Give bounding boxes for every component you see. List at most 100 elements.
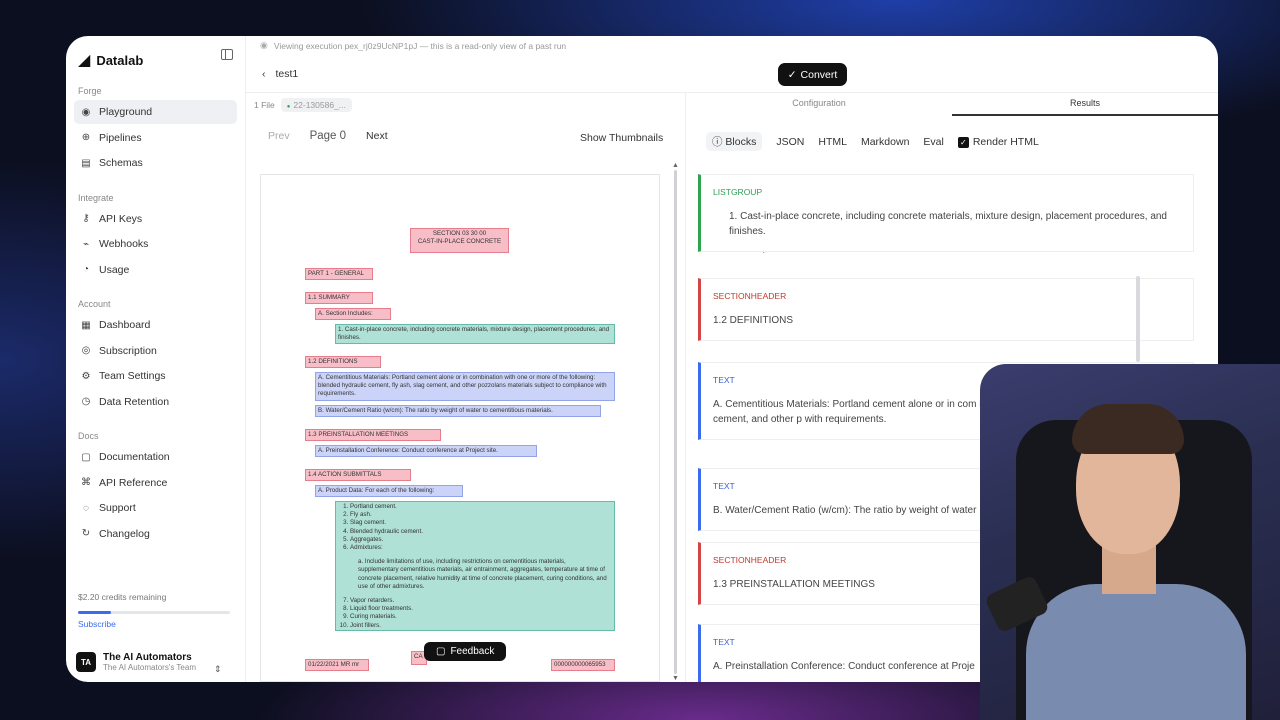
checkbox-checked-icon[interactable]: ✓ <box>957 136 969 148</box>
doc-section-title: SECTION 03 30 00 <box>432 230 487 237</box>
tab-blocks[interactable]: ⓘ Blocks <box>706 132 763 151</box>
document-preview[interactable]: SECTION 03 30 00 CAST-IN-PLACE CONCRETE … <box>260 174 660 682</box>
doc-block-part1[interactable]: PART 1 - GENERAL <box>305 268 373 281</box>
webhook-icon: ⌁ <box>82 238 90 250</box>
sidebar-item-label: Data Retention <box>99 395 170 408</box>
sidebar-item-dashboard[interactable]: ▦ Dashboard <box>74 313 237 337</box>
team-subtitle: The AI Automators's Team <box>103 663 196 672</box>
sidebar-item-label: API Keys <box>99 212 143 225</box>
doc-block-h11[interactable]: 1.1 SUMMARY <box>305 292 373 305</box>
tab-results[interactable]: Results <box>952 94 1218 116</box>
sidebar-item-label: Webhooks <box>99 238 149 250</box>
team-name: The AI Automators <box>103 652 192 663</box>
doc-list-item: Liquid floor treatments. <box>350 605 612 613</box>
doc-list-item: Aggregates. <box>350 536 612 544</box>
team-switcher[interactable]: TA The AI Automators The AI Automators's… <box>76 652 196 672</box>
sidebar: ◢ Datalab Forge ◉ Playground ⊕ Pipelines ▤ Sch… <box>66 36 246 682</box>
back-icon[interactable]: ‹ <box>262 68 266 80</box>
doc-block-prod-a[interactable]: A. Product Data: For each of the followi… <box>315 485 463 498</box>
scroll-thumb[interactable] <box>674 170 677 674</box>
tab-eval[interactable]: Eval <box>923 136 943 148</box>
chevron-updown-icon[interactable]: ⇕ <box>214 664 222 675</box>
doc-block-def-a[interactable]: A. Cementitious Materials: Portland ceme… <box>315 372 615 401</box>
sidebar-item-label: Documentation <box>99 451 170 463</box>
sidebar-item-label: Team Settings <box>99 370 166 382</box>
feedback-button[interactable]: ▢ Feedback <box>424 642 507 661</box>
sidebar-item-api-reference[interactable]: ⌘ API Reference <box>74 471 237 495</box>
sidebar-item-api-keys[interactable]: ⚷ API Keys <box>74 207 237 231</box>
sidebar-item-pipelines[interactable]: ⊕ Pipelines <box>74 126 237 150</box>
doc-block-h13[interactable]: 1.3 PREINSTALLATION MEETINGS <box>305 429 441 442</box>
sidebar-item-schemas[interactable]: ▤ Schemas <box>74 151 237 175</box>
sidebar-item-label: Support <box>99 502 136 514</box>
doc-block-h12[interactable]: 1.2 DEFINITIONS <box>305 356 381 369</box>
results-scrollbar[interactable] <box>1136 276 1140 362</box>
sidebar-item-label: Changelog <box>99 527 150 540</box>
schemas-icon: ▤ <box>81 157 91 169</box>
sidebar-section-label: Integrate <box>78 192 114 203</box>
convert-button[interactable]: ✓ Convert <box>778 63 847 86</box>
sidebar-item-support[interactable]: ◌ Support <box>74 496 237 520</box>
doc-block-product-list[interactable]: Portland cement.Fly ash.Slag cement.Blen… <box>335 501 615 631</box>
show-thumbnails-button[interactable]: Show Thumbnails <box>580 132 663 144</box>
document-scrollbar[interactable]: ▲ ▼ <box>672 162 679 682</box>
file-chip[interactable]: 22-130586_... <box>280 98 352 112</box>
subscribe-link[interactable]: Subscribe <box>78 619 116 629</box>
doc-block-item1[interactable]: 1. Cast-in-place concrete, including con… <box>335 324 615 345</box>
tab-json[interactable]: JSON <box>776 136 804 148</box>
tab-html[interactable]: HTML <box>818 136 847 148</box>
doc-list-item: Curing materials. <box>350 613 612 621</box>
scroll-up-icon[interactable]: ▲ <box>672 162 679 169</box>
api-reference-icon: ⌘ <box>81 477 91 488</box>
doc-footer-right[interactable]: 000000000065953 <box>551 659 615 672</box>
doc-block-section-header[interactable]: SECTION 03 30 00 CAST-IN-PLACE CONCRETE <box>410 228 509 253</box>
datalab-logo-icon: ◢ <box>78 52 91 69</box>
doc-list-item: Joint fillers. <box>350 622 612 630</box>
next-page-button[interactable]: Next <box>366 130 388 142</box>
sidebar-item-data-retention[interactable]: ◷ Data Retention <box>74 390 237 414</box>
credits-remaining: $2.20 credits remaining <box>78 592 167 602</box>
doc-sublist: a. Include limitations of use, including… <box>358 558 607 590</box>
subscription-icon: ◎ <box>81 345 91 356</box>
doc-block-h14[interactable]: 1.4 ACTION SUBMITTALS <box>305 469 411 482</box>
result-type-label: LISTGROUP <box>713 187 763 197</box>
sidebar-item-subscription[interactable]: ◎ Subscription <box>74 339 237 363</box>
scroll-down-icon[interactable]: ▼ <box>672 675 679 682</box>
result-card-listgroup[interactable]: LISTGROUP 1. Cast-in-place concrete, incl… <box>698 174 1194 252</box>
chat-icon: ▢ <box>436 646 446 657</box>
doc-block-pre-a[interactable]: A. Preinstallation Conference: Conduct c… <box>315 445 537 458</box>
sidebar-item-playground[interactable]: ◉ Playground <box>74 100 237 124</box>
sidebar-item-webhooks[interactable]: ⌁ Webhooks <box>74 232 237 256</box>
sidebar-item-usage[interactable]: ◔ Usage <box>74 258 237 282</box>
result-card-sectionheader[interactable]: SECTIONHEADER 1.2 DEFINITIONS <box>698 278 1194 341</box>
tab-markdown[interactable]: Markdown <box>861 136 909 148</box>
panel-split <box>685 93 686 682</box>
doc-section-subtitle: CAST-IN-PLACE CONCRETE <box>417 238 502 246</box>
doc-block-def-b[interactable]: B. Water/Cement Ratio (w/cm): The ratio … <box>315 405 601 418</box>
doc-block-section-includes[interactable]: A. Section Includes: <box>315 308 391 321</box>
sidebar-item-label: API Reference <box>99 476 168 489</box>
tab-configuration[interactable]: Configuration <box>686 94 952 116</box>
data-retention-icon: ◷ <box>81 396 91 407</box>
result-text: 1. Cast-in-place concrete, including con… <box>729 211 1167 237</box>
sidebar-item-team-settings[interactable]: ⚙ Team Settings <box>74 364 237 388</box>
sidebar-item-documentation[interactable]: ▢ Documentation <box>74 445 237 469</box>
sidebar-item-label: Playground <box>99 106 153 118</box>
doc-list-item: Portland cement. <box>350 503 612 511</box>
sidebar-item-changelog[interactable]: ↻ Changelog <box>74 522 237 546</box>
doc-footer-left[interactable]: 01/22/2021 MR mr <box>305 659 369 672</box>
right-panel-tabs: Configuration Results <box>686 94 1218 116</box>
tab-blocks-label: Blocks <box>725 136 757 148</box>
file-bar: 1 File 22-130586_... <box>254 98 352 112</box>
sidebar-nav: Forge ◉ Playground ⊕ Pipelines ▤ Schemas Integr… <box>74 80 237 557</box>
prev-page-button[interactable]: Prev <box>268 130 290 142</box>
team-avatar: TA <box>76 652 96 672</box>
sidebar-toggle-icon[interactable] <box>221 49 233 60</box>
readonly-banner: ◉ Viewing execution pex_rj0z9UcNP1pJ — t… <box>260 40 566 51</box>
render-html-toggle[interactable]: ✓ Render HTML <box>957 136 1039 148</box>
brand: ◢ Datalab <box>74 46 237 80</box>
credits-bar-fill <box>78 611 112 614</box>
